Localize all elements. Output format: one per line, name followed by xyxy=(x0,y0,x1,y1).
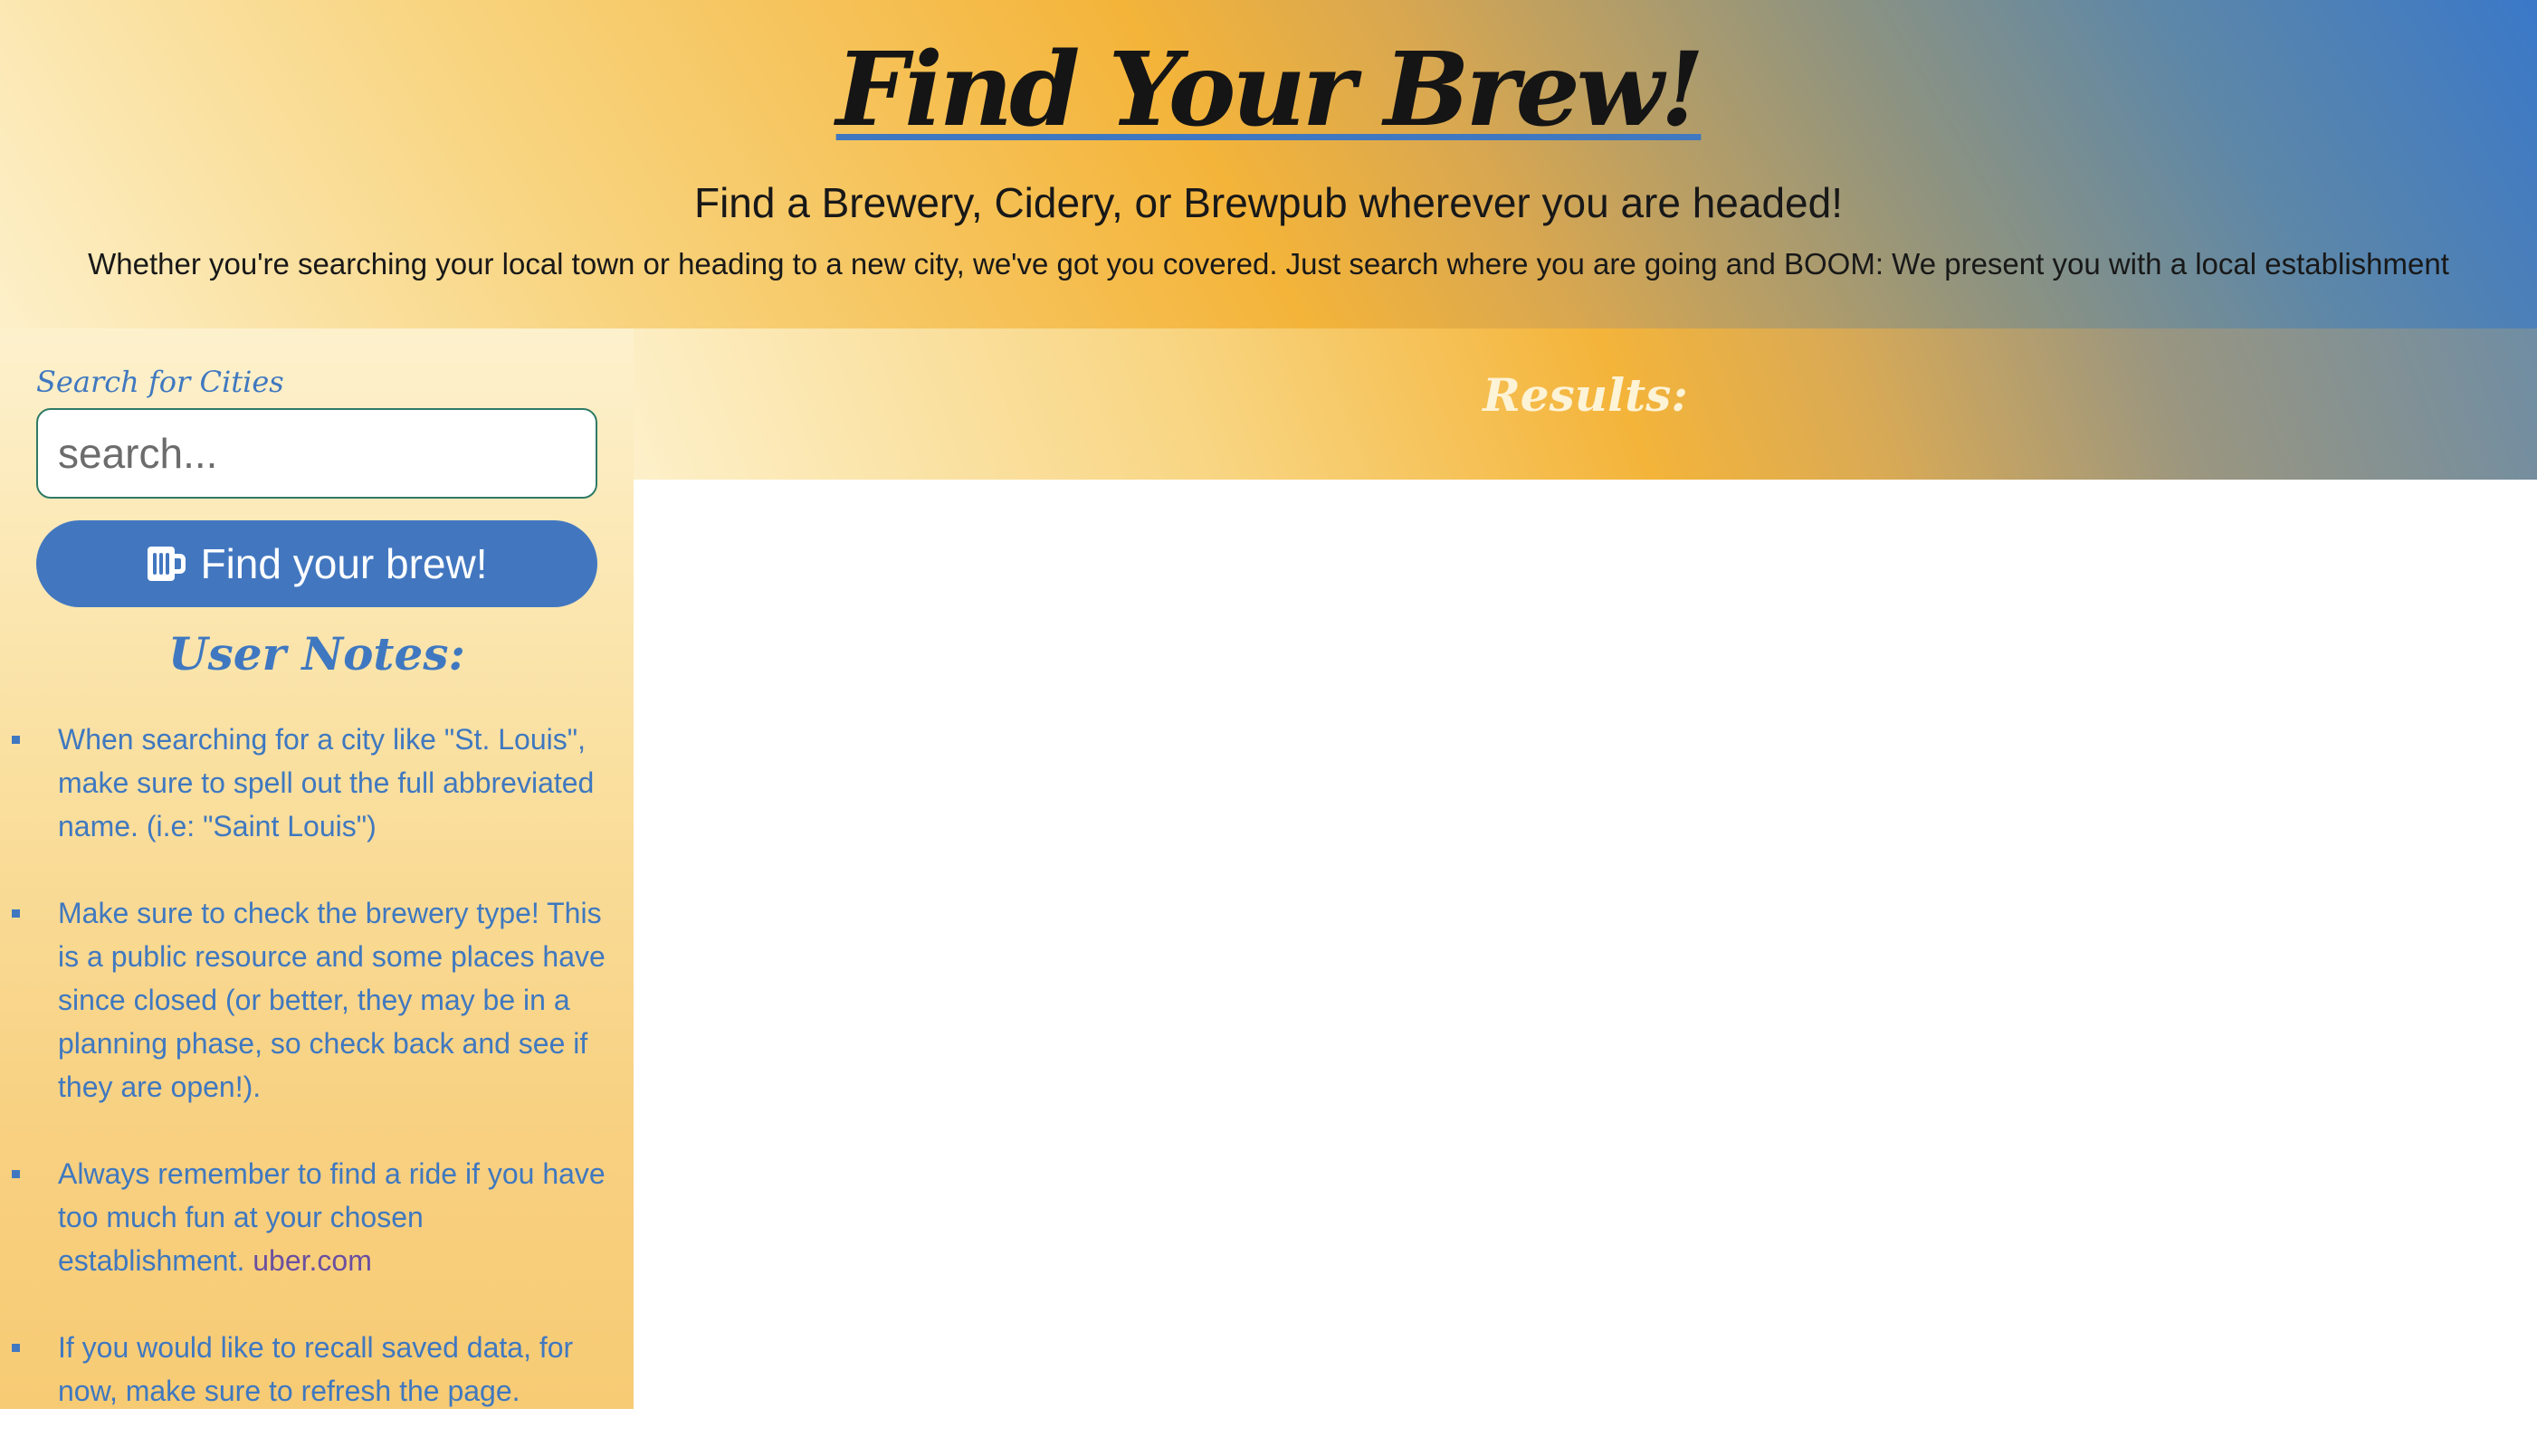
search-input[interactable] xyxy=(36,408,597,499)
note-text: When searching for a city like "St. Loui… xyxy=(58,723,595,842)
note-text: If you would like to recall saved data, … xyxy=(58,1331,574,1407)
user-notes-title: User Notes: xyxy=(168,627,465,680)
beer-mug-icon xyxy=(148,547,186,581)
user-notes-list: When searching for a city like "St. Loui… xyxy=(0,718,634,1456)
page-subtitle: Find a Brewery, Cidery, or Brewpub where… xyxy=(693,179,1844,226)
results-title: Results: xyxy=(1483,368,1688,422)
bullet-icon xyxy=(12,736,20,744)
bullet-icon xyxy=(12,1170,20,1178)
note-text: Make sure to check the brewery type! Thi… xyxy=(58,897,606,1103)
note-item: If you would like to recall saved data, … xyxy=(0,1326,634,1413)
page-title: Find Your Brew! xyxy=(835,31,1705,149)
search-label: Search for Cities xyxy=(36,365,284,399)
bullet-icon xyxy=(12,909,20,918)
results-header: Results: xyxy=(634,328,2537,480)
page-header: Find Your Brew! Find a Brewery, Cidery, … xyxy=(0,0,2537,328)
bullet-icon xyxy=(12,1344,20,1352)
results-area xyxy=(634,480,2537,1409)
sidebar: Search for Cities Find your brew! User N… xyxy=(0,328,634,1409)
note-item: When searching for a city like "St. Loui… xyxy=(0,718,634,848)
note-item: Always remember to find a ride if you ha… xyxy=(0,1152,634,1282)
page-tagline: Whether you're searching your local town… xyxy=(88,247,2449,281)
uber-link[interactable]: uber.com xyxy=(253,1244,372,1277)
find-brew-button[interactable]: Find your brew! xyxy=(36,520,597,607)
note-item: Make sure to check the brewery type! Thi… xyxy=(0,891,634,1109)
find-brew-button-label: Find your brew! xyxy=(200,540,488,587)
